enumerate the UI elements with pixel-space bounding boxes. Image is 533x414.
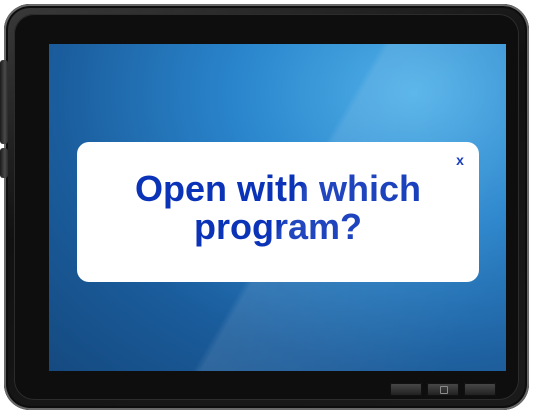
home-icon bbox=[440, 386, 448, 394]
side-volume-button[interactable] bbox=[0, 60, 8, 144]
close-icon[interactable]: x bbox=[456, 152, 464, 168]
open-with-dialog: x Open with which program? bbox=[77, 142, 479, 282]
hardware-home-button[interactable] bbox=[427, 383, 459, 396]
tablet-screen: x Open with which program? bbox=[49, 44, 506, 371]
close-button[interactable]: x bbox=[453, 152, 467, 168]
hardware-back-button[interactable] bbox=[390, 383, 422, 396]
dialog-title: Open with which program? bbox=[135, 168, 421, 247]
side-power-button[interactable] bbox=[0, 148, 8, 178]
hardware-menu-button[interactable] bbox=[464, 383, 496, 396]
hardware-button-bar bbox=[390, 383, 500, 397]
